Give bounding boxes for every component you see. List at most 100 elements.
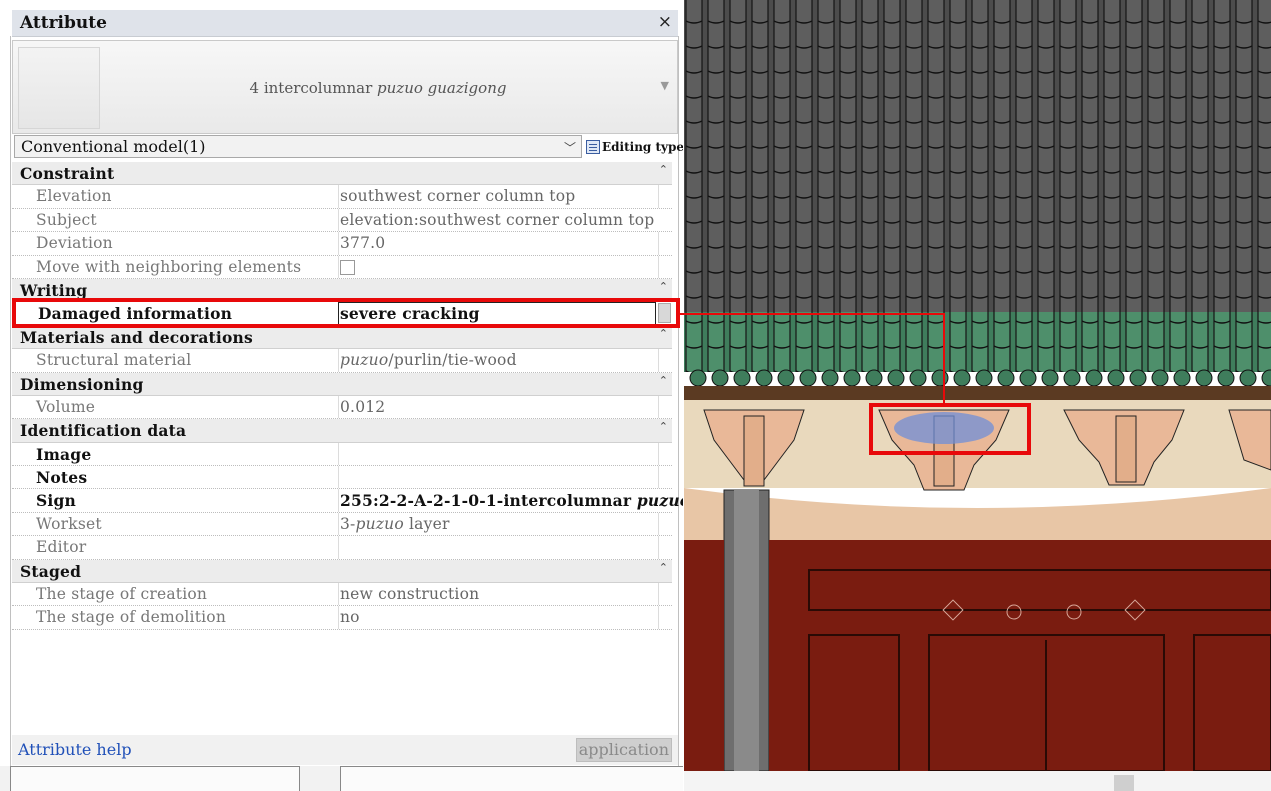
selected-element[interactable] (894, 412, 994, 444)
prop-label: Deviation (36, 234, 113, 253)
prop-label: Notes (36, 468, 88, 488)
chevron-down-icon[interactable]: ▼ (661, 79, 669, 92)
group-label: Staged (20, 561, 82, 581)
prop-row-stage-creation[interactable]: The stage of creation new construction (12, 583, 672, 607)
divider (338, 395, 339, 419)
type-name-prefix: 4 intercolumnar (249, 79, 378, 97)
divider (658, 185, 659, 208)
prop-row-subject[interactable]: Subject elevation:southwest corner colum… (12, 208, 672, 233)
red-wall (769, 540, 1271, 771)
group-label: Materials and decorations (20, 327, 253, 347)
prop-row-deviation[interactable]: Deviation 377.0 (12, 232, 672, 256)
damaged-info-highlight (12, 298, 680, 328)
bottom-tab-left[interactable] (10, 766, 300, 791)
model-dropdown[interactable]: Conventional model(1) ﹀ (14, 135, 582, 158)
divider (658, 466, 659, 489)
value-prefix: 3- (340, 514, 356, 533)
divider (338, 208, 339, 232)
eave-tile-ends (689, 369, 1271, 387)
group-constraint[interactable]: Constraint ⌃ (12, 162, 672, 186)
divider (338, 442, 339, 466)
chevron-down-icon[interactable]: ﹀ (564, 139, 576, 156)
divider (338, 583, 339, 606)
divider (338, 536, 339, 559)
group-identification[interactable]: Identification data ⌃ (12, 419, 672, 443)
type-name-italic: puzuo guazigong (377, 79, 507, 97)
divider (658, 536, 659, 559)
bottom-tab-right[interactable] (340, 766, 683, 791)
prop-value: southwest corner column top (340, 187, 576, 206)
column-face (734, 490, 759, 771)
model-row: Conventional model(1) ﹀ Editing type (12, 134, 683, 160)
model-dropdown-value: Conventional model(1) (21, 137, 206, 156)
group-label: Constraint (20, 164, 115, 183)
value-italic: puzuo (340, 351, 389, 370)
collapse-icon[interactable]: ⌃ (659, 327, 668, 340)
roof-tiles (684, 0, 1271, 312)
prop-row-editor[interactable]: Editor (12, 536, 672, 560)
value-prefix: 255:2-2-A-2-1-0-1-intercolumnar (340, 491, 637, 511)
divider (658, 442, 659, 466)
group-materials[interactable]: Materials and decorations ⌃ (12, 325, 672, 350)
value-rest: layer (403, 514, 450, 533)
eave-rafters (684, 386, 1271, 400)
eave-tiles (684, 312, 1271, 372)
divider (338, 232, 339, 255)
collapse-icon[interactable]: ⌃ (659, 280, 668, 293)
panel-title: Attribute (20, 13, 107, 33)
divider (338, 349, 339, 372)
scrollbar-thumb[interactable] (1114, 775, 1134, 791)
divider (658, 232, 659, 255)
value-rest: /purlin/tie-wood (388, 351, 517, 370)
type-selector[interactable]: 4 intercolumnar puzuo guazigong ▼ (12, 40, 678, 134)
collapse-icon[interactable]: ⌃ (659, 374, 668, 387)
prop-label: Move with neighboring elements (36, 257, 302, 276)
prop-row-volume[interactable]: Volume 0.012 (12, 395, 672, 420)
prop-value (340, 258, 355, 279)
red-wall-left (684, 540, 724, 771)
attribute-panel: Attribute × 4 intercolumnar puzuo guazig… (0, 0, 683, 791)
divider (338, 185, 339, 208)
close-icon[interactable]: × (658, 12, 672, 32)
prop-row-elevation[interactable]: Elevation southwest corner column top (12, 185, 672, 209)
prop-label: Structural material (36, 351, 192, 370)
divider (338, 489, 339, 512)
type-name: 4 intercolumnar puzuo guazigong (108, 79, 648, 97)
panel-titlebar: Attribute × (12, 10, 678, 37)
divider (658, 255, 659, 278)
view-scrollbar[interactable] (684, 771, 1271, 791)
attribute-help-link[interactable]: Attribute help (18, 740, 132, 759)
apply-button[interactable]: application (575, 738, 672, 762)
divider (338, 255, 339, 278)
collapse-icon[interactable]: ⌃ (659, 561, 668, 574)
prop-row-stage-demolition[interactable]: The stage of demolition no (12, 606, 672, 630)
divider (338, 606, 339, 629)
model-view[interactable] (684, 0, 1271, 771)
collapse-icon[interactable]: ⌃ (659, 420, 668, 433)
move-checkbox[interactable] (340, 259, 355, 275)
prop-value: 377.0 (340, 234, 386, 253)
divider (658, 606, 659, 629)
collapse-icon[interactable]: ⌃ (659, 163, 668, 176)
prop-label: Editor (36, 538, 87, 557)
prop-value: elevation:southwest corner column top (340, 210, 655, 229)
group-label: Dimensioning (20, 374, 144, 394)
prop-row-structural-material[interactable]: Structural material puzuo/purlin/tie-woo… (12, 349, 672, 373)
prop-row-notes[interactable]: Notes (12, 466, 672, 490)
prop-label: Volume (36, 397, 96, 416)
prop-row-image[interactable]: Image (12, 442, 672, 467)
group-dimensioning[interactable]: Dimensioning ⌃ (12, 372, 672, 396)
prop-label: Sign (36, 491, 76, 511)
prop-label: Image (36, 444, 92, 464)
editing-type-button[interactable]: Editing type (586, 136, 683, 157)
prop-row-workset[interactable]: Workset 3-puzuo layer (12, 512, 672, 537)
prop-row-sign[interactable]: Sign 255:2-2-A-2-1-0-1-intercolumnar puz… (12, 489, 683, 513)
divider (658, 395, 659, 419)
prop-label: Elevation (36, 187, 112, 206)
divider (658, 349, 659, 372)
prop-row-move-with-neighbors[interactable]: Move with neighboring elements (12, 255, 672, 279)
divider (338, 512, 339, 536)
prop-label: Subject (36, 210, 97, 229)
prop-value: 3-puzuo layer (340, 515, 450, 533)
group-staged[interactable]: Staged ⌃ (12, 559, 672, 584)
